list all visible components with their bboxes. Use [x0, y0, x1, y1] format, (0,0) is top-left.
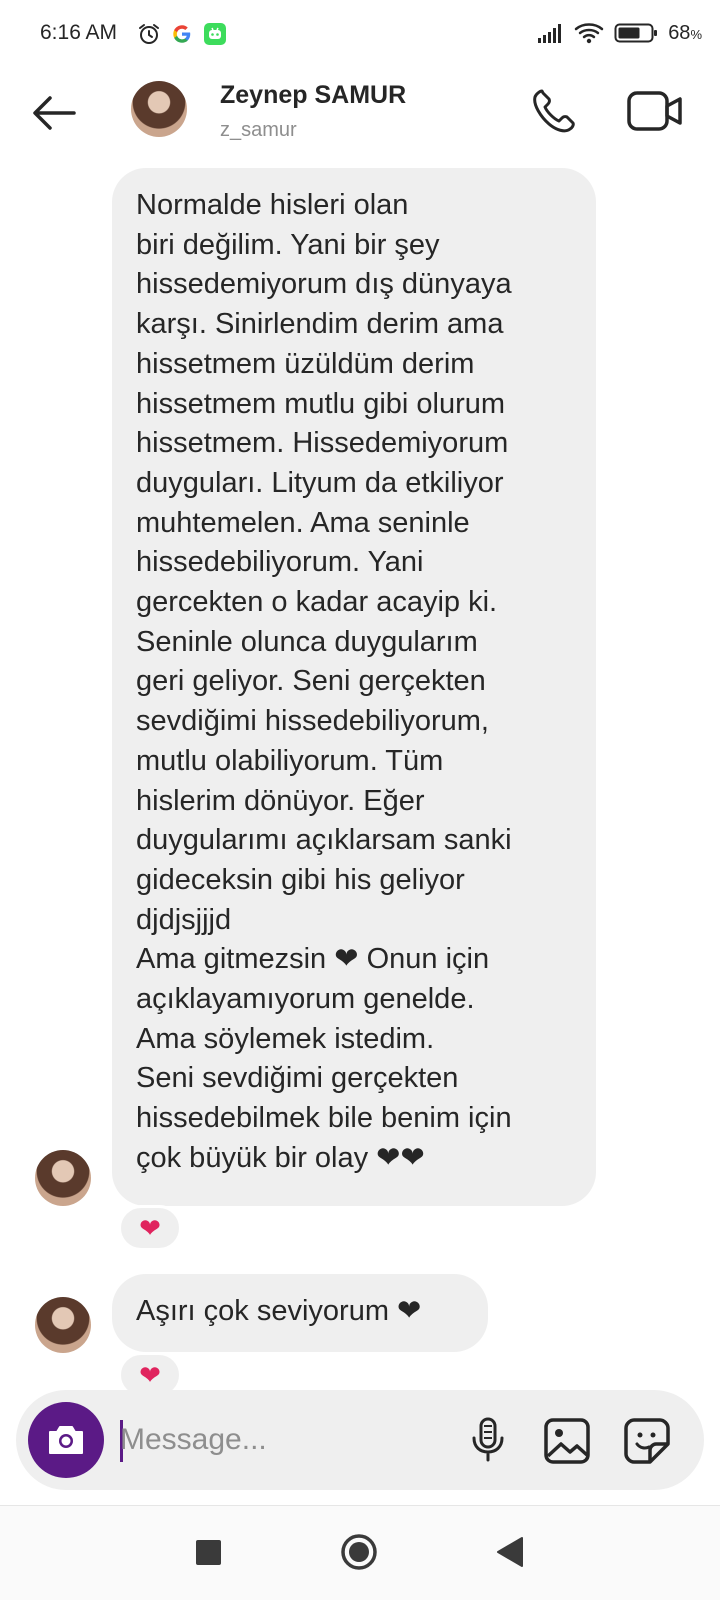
video-camera-icon[interactable]	[627, 88, 683, 134]
gallery-icon[interactable]	[542, 1416, 592, 1466]
camera-icon	[49, 1426, 83, 1454]
wifi-icon	[574, 23, 604, 44]
sender-avatar[interactable]	[35, 1150, 91, 1206]
battery-percentage: 68%	[668, 21, 702, 44]
google-icon	[173, 25, 191, 43]
avatar[interactable]	[131, 81, 187, 137]
battery-icon	[614, 23, 658, 43]
app-notification-icon	[204, 23, 226, 45]
message-composer	[16, 1390, 704, 1490]
signal-icon	[538, 24, 562, 43]
home-button[interactable]	[340, 1533, 378, 1571]
back-arrow-icon[interactable]	[30, 92, 78, 134]
notification-icons	[137, 22, 227, 46]
microphone-icon[interactable]	[464, 1416, 512, 1464]
contact-name[interactable]: Zeynep SAMUR	[220, 81, 406, 110]
message-input[interactable]	[120, 1416, 440, 1464]
system-back-button[interactable]	[495, 1535, 525, 1569]
sticker-icon[interactable]	[622, 1416, 672, 1466]
status-bar: 6:16 AM 68%	[0, 0, 720, 68]
sender-avatar[interactable]	[35, 1297, 91, 1353]
message-bubble[interactable]: Aşırı çok seviyorum ❤	[112, 1274, 488, 1352]
alarm-icon	[139, 24, 159, 44]
system-nav-bar	[0, 1506, 720, 1600]
contact-username[interactable]: z_samur	[220, 119, 297, 142]
message-text: Normalde hisleri olan biri değilim. Yani…	[136, 189, 512, 1174]
camera-button[interactable]	[28, 1402, 104, 1478]
status-time: 6:16 AM	[40, 21, 118, 44]
message-bubble[interactable]: Normalde hisleri olan biri değilim. Yani…	[112, 168, 596, 1206]
message-text: Aşırı çok seviyorum ❤	[136, 1295, 422, 1327]
message-reaction[interactable]: ❤	[118, 1205, 182, 1251]
phone-icon[interactable]	[528, 86, 578, 136]
system-icons: 68%	[536, 21, 702, 45]
recent-apps-button[interactable]	[196, 1540, 221, 1565]
chat-header: Zeynep SAMUR z_samur	[0, 68, 720, 160]
